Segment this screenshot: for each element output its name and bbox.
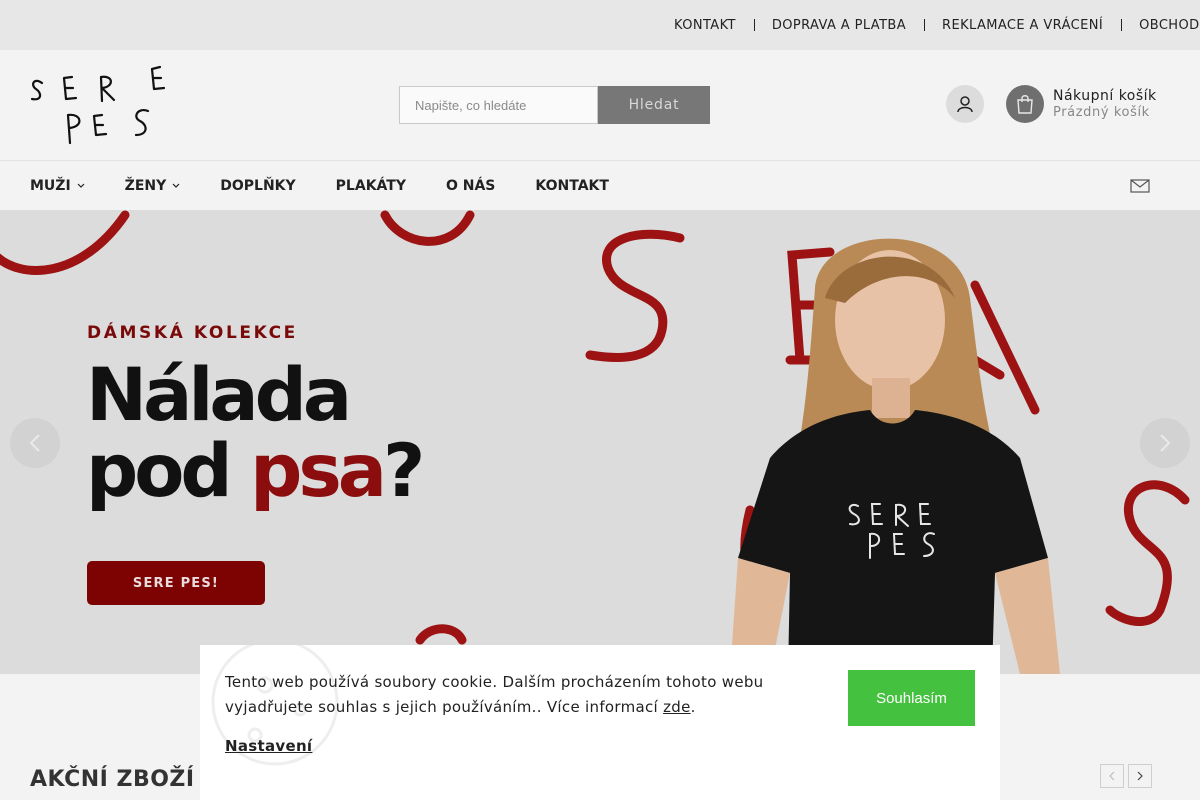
chevron-left-icon [1109,771,1115,781]
hero-headline-black: pod [86,429,251,514]
logo-mark [30,65,166,145]
search-button[interactable]: Hledat [598,86,710,124]
hero-headline-end: ? [383,429,425,514]
cookie-banner: Tento web používá soubory cookie. Dalším… [200,645,1000,800]
logo[interactable] [28,63,168,145]
cart-title: Nákupní košík [1053,87,1157,104]
top-links: KONTAKT DOPRAVA A PLATBA REKLAMACE A VRÁ… [656,0,1200,50]
nav-item-muzi[interactable]: MUŽI [30,178,85,194]
chevron-down-icon [77,183,85,188]
nav-list: MUŽI ŽENY DOPLŇKY PLAKÁTY O NÁS KONTAKT [30,161,649,211]
products-prev-button[interactable] [1100,764,1124,788]
cookie-more-link[interactable]: zde [663,698,691,716]
shopping-bag-icon [1017,95,1033,114]
chevron-left-icon [29,434,40,452]
nav-item-label: MUŽI [30,178,71,194]
nav-item-label: ŽENY [124,178,167,194]
account-button[interactable] [946,85,984,123]
cart-text: Nákupní košík Prázdný košík [1053,88,1157,121]
main-nav: MUŽI ŽENY DOPLŇKY PLAKÁTY O NÁS KONTAKT [0,160,1200,210]
chevron-right-icon [1137,771,1143,781]
search-input[interactable] [399,86,598,124]
products-next-button[interactable] [1128,764,1152,788]
hero-cta-button[interactable]: SERE PES! [87,561,265,605]
top-bar: KONTAKT DOPRAVA A PLATBA REKLAMACE A VRÁ… [0,0,1200,50]
site-header: Hledat Nákupní košík Prázdný košík [0,50,1200,160]
search-form: Hledat [399,86,710,124]
hero-model-image [730,238,1060,674]
nav-item-zeny[interactable]: ŽENY [125,178,181,194]
cart-button[interactable]: Nákupní košík Prázdný košík [1006,85,1157,123]
section-title: AKČNÍ ZBOŽÍ [30,767,195,792]
chevron-right-icon [1160,434,1171,452]
top-link-doprava[interactable]: DOPRAVA A PLATBA [753,18,924,33]
slider-prev-button[interactable] [10,418,60,468]
hero-headline: Nálada pod psa? [86,353,425,510]
cookie-message: Tento web používá soubory cookie. Dalším… [225,670,785,720]
top-link-reklamace[interactable]: REKLAMACE A VRÁCENÍ [924,18,1121,33]
top-link-kontakt[interactable]: KONTAKT [656,18,754,33]
hero-kicker: DÁMSKÁ KOLEKCE [87,323,298,343]
nav-item-plakaty[interactable]: PLAKÁTY [336,178,406,194]
cookie-accept-button[interactable]: Souhlasím [848,670,975,726]
chevron-down-icon [172,183,180,188]
cookie-settings-link[interactable]: Nastavení [225,737,312,755]
nav-item-kontakt[interactable]: KONTAKT [535,178,609,194]
hero-headline-line2: pod psa? [86,434,425,510]
slider-next-button[interactable] [1140,418,1190,468]
nav-item-doplnky[interactable]: DOPLŇKY [220,178,295,194]
cart-status: Prázdný košík [1053,104,1150,120]
top-link-obchodni-podminky[interactable]: OBCHODNÍ PODMÍNKY [1121,18,1200,33]
hero-headline-red: psa [250,429,387,514]
cart-icon-wrap [1006,85,1044,123]
hero-headline-line1: Nálada [86,353,352,438]
user-icon [957,96,973,113]
hero-slider: DÁMSKÁ KOLEKCE Nálada pod psa? SERE PES! [0,210,1200,674]
cookie-message-end: . [690,698,696,716]
mail-icon[interactable] [1130,179,1150,193]
nav-item-o-nas[interactable]: O NÁS [446,178,495,194]
